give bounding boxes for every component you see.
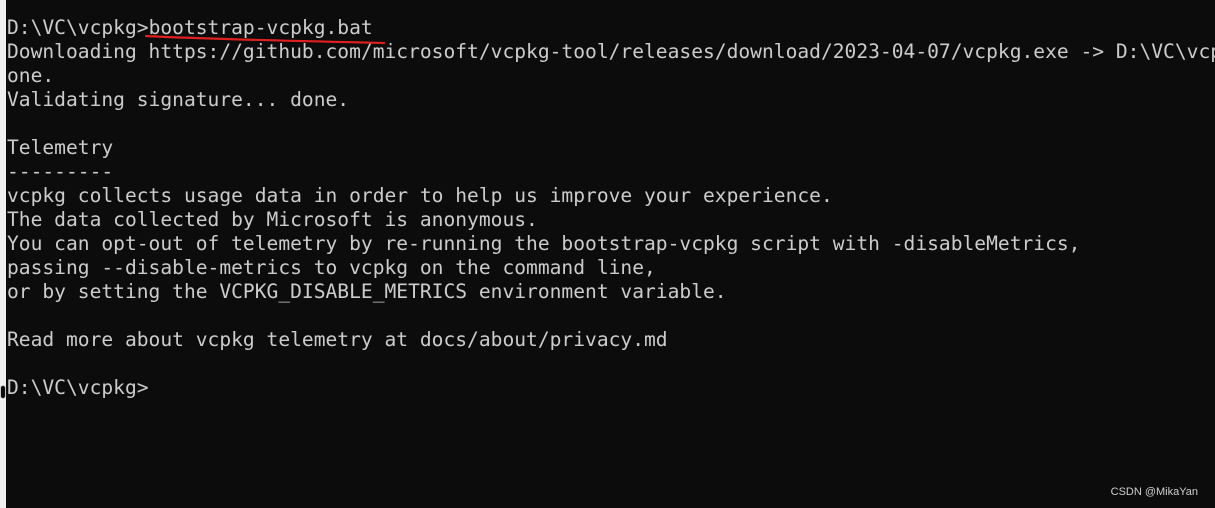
output-line: vcpkg collects usage data in order to he… bbox=[7, 184, 833, 207]
output-line: passing --disable-metrics to vcpkg on th… bbox=[7, 256, 656, 279]
telemetry-heading: Telemetry bbox=[7, 136, 114, 159]
terminal-window[interactable]: D:\VC\vcpkg>bootstrap-vcpkg.bat Download… bbox=[0, 0, 1215, 508]
output-line: You can opt-out of telemetry by re-runni… bbox=[7, 232, 1081, 255]
output-line: or by setting the VCPKG_DISABLE_METRICS … bbox=[7, 280, 727, 303]
mouse-cursor-icon bbox=[0, 385, 6, 399]
heading-divider: --------- bbox=[7, 160, 114, 183]
red-underline-annotation bbox=[144, 34, 386, 45]
output-line: The data collected by Microsoft is anony… bbox=[7, 208, 538, 231]
output-line: Validating signature... done. bbox=[7, 88, 350, 111]
terminal-output: D:\VC\vcpkg>bootstrap-vcpkg.bat Download… bbox=[7, 16, 1215, 400]
window-left-border bbox=[0, 0, 6, 508]
output-line: one. bbox=[7, 64, 55, 87]
output-line: Read more about vcpkg telemetry at docs/… bbox=[7, 328, 668, 351]
watermark: CSDN @MikaYan bbox=[1110, 486, 1198, 498]
final-prompt[interactable]: D:\VC\vcpkg> bbox=[7, 376, 1215, 400]
